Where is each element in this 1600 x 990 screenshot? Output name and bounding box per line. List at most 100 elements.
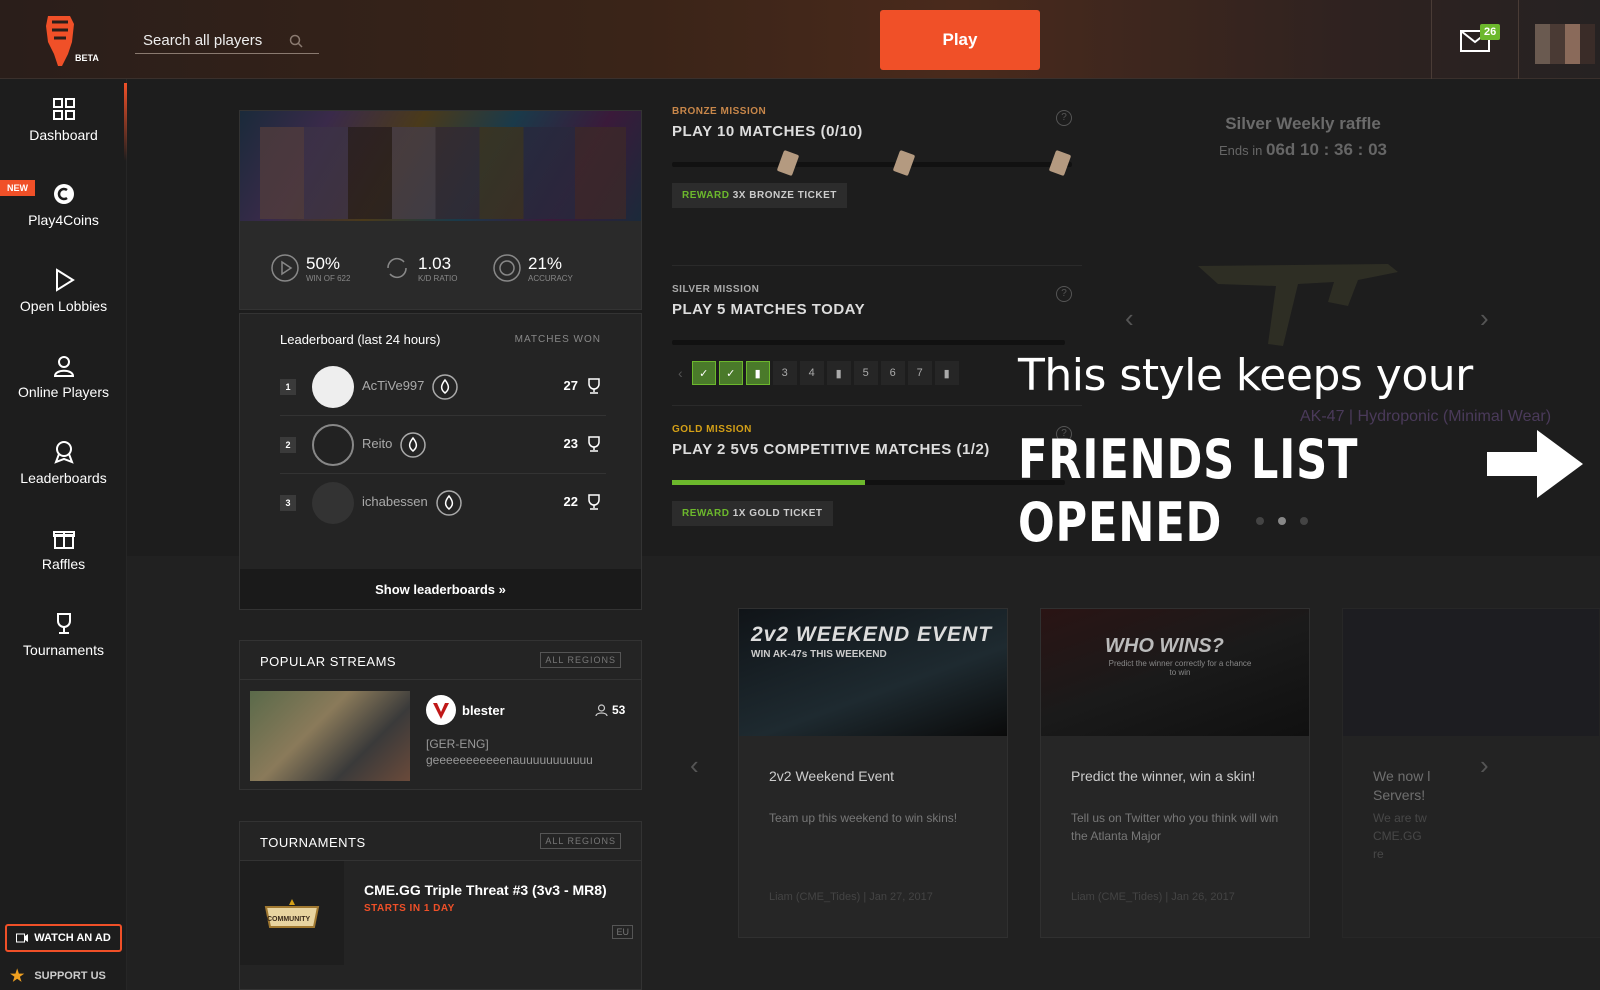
sidebar-item-open-lobbies[interactable]: Open Lobbies [0, 268, 127, 314]
panel-title: TOURNAMENTS [260, 835, 366, 850]
ticket-step-icon: ▮ [826, 361, 851, 385]
play-circle-icon [271, 254, 299, 282]
sidebar-item-play4coins[interactable]: Play4Coins [0, 182, 127, 228]
stat-label: ACCURACY [528, 273, 573, 283]
mission-title: PLAY 10 MATCHES (0/10) [672, 123, 863, 140]
tournament-logo-box: COMMUNITY [240, 861, 344, 965]
profile-banner [240, 111, 641, 221]
event-description: We are tw CME.GG re [1373, 811, 1427, 861]
sidebar-item-leaderboards[interactable]: Leaderboards [0, 440, 127, 486]
player-avatar[interactable] [312, 482, 354, 524]
event-title[interactable]: Predict the winner, win a skin! [1071, 767, 1291, 786]
step-number: 7 [907, 361, 932, 385]
search-icon[interactable] [289, 34, 303, 48]
fist-logo-icon[interactable] [40, 12, 80, 68]
show-leaderboards-link[interactable]: Show leaderboards » [240, 569, 641, 609]
tournament-start: STARTS IN 1 DAY [364, 903, 455, 914]
sidebar-item-label: Tournaments [23, 642, 104, 658]
event-description: Team up this weekend to win skins! [769, 811, 958, 825]
profile-banner-pixelated [260, 127, 626, 219]
overlay-caption-line2: FRIENDS LIST OPENED [1018, 428, 1359, 554]
popular-streams-panel: POPULAR STREAMS ALL REGIONS blester 53 [… [239, 640, 642, 790]
community-logo-icon [264, 899, 320, 928]
tournament-name[interactable]: CME.GG Triple Threat #3 (3v3 - MR8) [364, 882, 607, 898]
sidebar-item-label: Online Players [17, 384, 110, 400]
accuracy-stat: 21% ACCURACY [492, 253, 573, 283]
region-filter[interactable]: ALL REGIONS [540, 833, 621, 849]
raffle-next-arrow[interactable]: › [1480, 303, 1489, 334]
events-next-arrow[interactable]: › [1480, 750, 1489, 781]
support-label: SUPPORT US [34, 970, 106, 982]
sidebar-item-raffles[interactable]: Raffles [0, 526, 127, 572]
event-meta: Liam (CME_Tides) | Jan 26, 2017 [1071, 891, 1235, 903]
mission-reward: REWARD 3X BRONZE TICKET [672, 183, 847, 208]
coin-icon [53, 184, 74, 204]
arrow-right-icon [1487, 430, 1583, 498]
streamer-name[interactable]: blester [462, 703, 505, 718]
step-number: 4 [799, 361, 824, 385]
support-us-link[interactable]: ★ SUPPORT US [10, 966, 106, 986]
help-icon[interactable]: ? [1056, 286, 1072, 302]
search-placeholder: Search all players [143, 32, 263, 49]
streamer-logo-icon [433, 703, 449, 719]
player-avatar[interactable] [312, 424, 354, 466]
flame-level-icon [400, 432, 426, 458]
player-name[interactable]: Reito [362, 436, 392, 451]
leaderboard-row[interactable]: 1 AcTiVe997 27 [280, 358, 606, 416]
chevron-left-icon[interactable]: ‹ [678, 365, 683, 381]
player-search-field[interactable]: Search all players [135, 30, 319, 54]
overlay-caption-line1: This style keeps your [1018, 350, 1473, 401]
step-done: ✓ [718, 361, 743, 385]
help-icon[interactable]: ? [1056, 110, 1072, 126]
sidebar-item-tournaments[interactable]: Tournaments [0, 612, 127, 658]
stat-label: K/D RATIO [418, 273, 458, 283]
leaderboard-subtitle: MATCHES WON [514, 334, 601, 345]
viewer-count: 53 [612, 703, 626, 717]
event-image: WHO WINS? Predict the winner correctly f… [1041, 609, 1309, 736]
event-card[interactable]: We now l Servers! We are tw CME.GG re [1342, 608, 1600, 938]
profile-card: 50% WIN OF 622 1.03 K/D RATIO 21% ACCURACY [239, 110, 642, 310]
sidebar-item-label: Play4Coins [28, 212, 99, 228]
medal-icon [53, 441, 74, 464]
ticket-icon [1048, 149, 1072, 177]
event-title[interactable]: 2v2 Weekend Event [769, 767, 989, 786]
player-avatar[interactable] [312, 366, 354, 408]
panel-title: POPULAR STREAMS [260, 654, 397, 669]
video-icon [16, 933, 29, 943]
ticket-icon [892, 149, 916, 177]
event-image-title: WHO WINS? [1105, 635, 1224, 657]
mail-count-badge: 26 [1480, 24, 1501, 40]
kd-ratio-stat: 1.03 K/D RATIO [382, 253, 457, 283]
ticket-step-icon: ▮ [745, 361, 770, 385]
region-filter[interactable]: ALL REGIONS [540, 652, 621, 668]
sidebar-item-label: Raffles [41, 556, 86, 572]
beta-label: BETA [75, 53, 99, 63]
ticket-icon [776, 149, 800, 177]
stream-title-line: [GER-ENG] [426, 737, 489, 751]
watch-ad-button[interactable]: WATCH AN AD [5, 924, 122, 952]
sidebar-item-label: Dashboard [29, 127, 98, 143]
matches-won: 27 [563, 378, 578, 393]
event-title[interactable]: We now l Servers! [1373, 767, 1433, 805]
event-description: Tell us on Twitter who you think will wi… [1071, 811, 1279, 843]
raffle-prev-arrow[interactable]: ‹ [1125, 303, 1134, 334]
event-card[interactable]: 2v2 WEEKEND EVENT WIN AK-47s THIS WEEKEN… [738, 608, 1008, 938]
events-prev-arrow[interactable]: ‹ [690, 750, 699, 781]
sidebar-item-online-players[interactable]: Online Players [0, 354, 127, 400]
leaderboard-row[interactable]: 3 ichabessen 22 [280, 474, 606, 532]
leaderboard-card: Leaderboard (last 24 hours) MATCHES WON … [239, 313, 642, 610]
leaderboard-row[interactable]: 2 Reito 23 [280, 416, 606, 474]
reward-label: REWARD [682, 508, 730, 519]
countdown-value: 06d 10 : 36 : 03 [1266, 140, 1387, 159]
leaderboard-title: Leaderboard (last 24 hours) [280, 332, 441, 347]
stream-thumbnail[interactable] [250, 691, 410, 781]
player-name[interactable]: AcTiVe997 [362, 378, 424, 393]
matches-won: 23 [563, 436, 578, 451]
player-name[interactable]: ichabessen [362, 494, 428, 509]
event-image: 2v2 WEEKEND EVENT WIN AK-47s THIS WEEKEN… [739, 609, 1007, 736]
messages-button[interactable]: 26 [1431, 0, 1519, 79]
play-button[interactable]: Play [880, 10, 1040, 70]
event-card[interactable]: WHO WINS? Predict the winner correctly f… [1040, 608, 1310, 938]
sidebar-item-dashboard[interactable]: Dashboard [0, 97, 127, 143]
user-avatar[interactable] [1535, 24, 1595, 64]
